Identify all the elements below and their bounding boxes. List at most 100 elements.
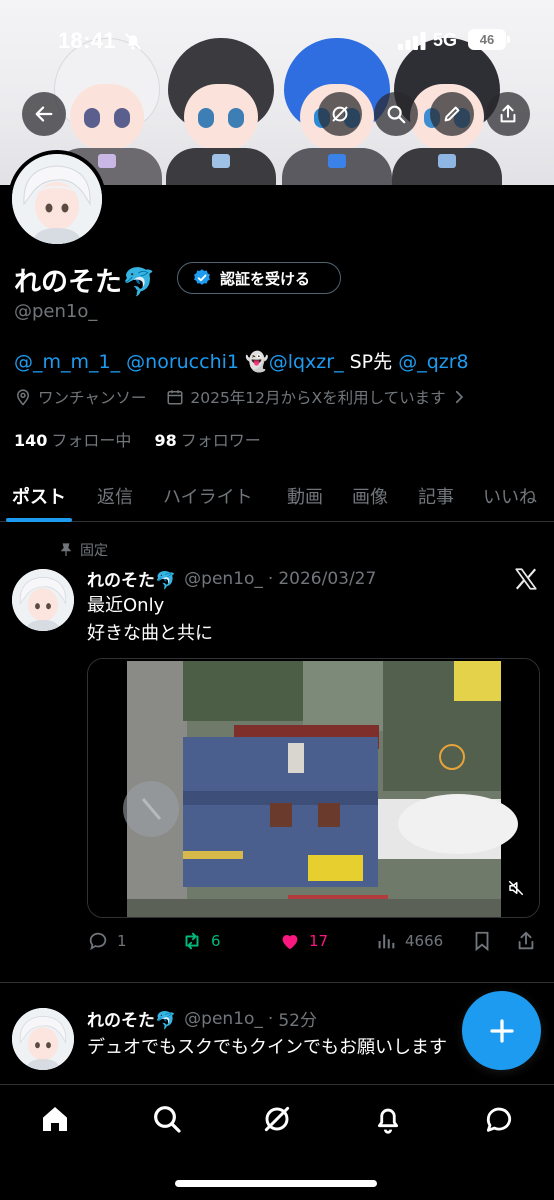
following-label: フォロー中 bbox=[51, 431, 132, 450]
avatar-image bbox=[12, 569, 74, 631]
profile-joined-date: 2025年12月からXを利用しています bbox=[190, 389, 446, 407]
edit-button[interactable] bbox=[430, 92, 474, 136]
repost-button[interactable]: 6 bbox=[181, 930, 221, 952]
get-verified-button[interactable]: 認証を受ける bbox=[177, 262, 341, 294]
speaker-muted-icon bbox=[508, 880, 524, 896]
post-author-name[interactable]: れのそた🐬 bbox=[87, 1006, 176, 1031]
tab-videos[interactable]: 動画 bbox=[287, 470, 323, 522]
search-icon[interactable] bbox=[151, 1103, 183, 1135]
compose-post-button[interactable] bbox=[462, 991, 541, 1070]
following-count: 140 bbox=[14, 431, 48, 450]
signal-icon bbox=[398, 32, 426, 50]
share-icon bbox=[518, 931, 534, 950]
profile-location: ワンチャンソー bbox=[38, 389, 147, 407]
tab-highlights[interactable]: ハイライト bbox=[163, 470, 253, 522]
bio-text: SP先 bbox=[349, 351, 393, 373]
share-button[interactable] bbox=[486, 92, 530, 136]
mute-button[interactable] bbox=[501, 873, 531, 903]
profile-avatar[interactable] bbox=[8, 150, 106, 248]
calendar-icon bbox=[167, 390, 183, 405]
tab-articles[interactable]: 記事 bbox=[418, 470, 454, 522]
bio-mention[interactable]: @_m_m_1_ bbox=[14, 351, 120, 373]
pin-icon bbox=[60, 543, 72, 556]
get-verified-label: 認証を受ける bbox=[220, 269, 311, 288]
profile-handle: @pen1o_ bbox=[14, 301, 98, 322]
post-text-line: デュオでもスクでもクインでもお願いします bbox=[87, 1037, 447, 1058]
tab-likes[interactable]: いいね bbox=[483, 470, 537, 522]
reply-count: 1 bbox=[117, 932, 127, 950]
grok-button[interactable] bbox=[318, 92, 362, 136]
x-logo-icon bbox=[515, 568, 537, 590]
bio-mention[interactable]: @_qzr8 bbox=[398, 351, 468, 373]
like-count: 17 bbox=[309, 932, 329, 950]
pinned-indicator: 固定 bbox=[58, 540, 108, 560]
followers-link[interactable]: 98 フォロワー bbox=[155, 431, 261, 450]
search-icon bbox=[387, 105, 406, 124]
reply-icon bbox=[89, 932, 107, 951]
profile-bio: @_m_m_1_ @norucchi1 👻@lqxzr_ SP先 @_qzr8 bbox=[14, 347, 469, 374]
post-avatar[interactable] bbox=[12, 1008, 74, 1070]
back-arrow-icon bbox=[35, 106, 53, 122]
follow-stats: 140 フォロー中 98 フォロワー bbox=[14, 427, 261, 451]
post-header: れのそた🐬 @pen1o_ · 52分 bbox=[87, 1006, 317, 1032]
notifications-bell-icon[interactable] bbox=[372, 1103, 404, 1135]
tab-images[interactable]: 画像 bbox=[352, 470, 388, 522]
status-time: 18:41 bbox=[58, 28, 116, 53]
back-button[interactable] bbox=[22, 92, 66, 136]
profile-display-name: れのそた🐬 bbox=[14, 267, 156, 298]
grok-icon[interactable] bbox=[261, 1103, 293, 1135]
post-actions: 1 6 17 4666 bbox=[87, 930, 542, 958]
post-header: れのそた🐬 @pen1o_ · 2026/03/27 bbox=[87, 566, 376, 592]
post-share-button[interactable] bbox=[515, 930, 537, 952]
tab-replies[interactable]: 返信 bbox=[97, 470, 133, 522]
bookmark-icon bbox=[475, 931, 489, 952]
heart-filled-icon bbox=[282, 935, 298, 950]
like-button[interactable]: 17 bbox=[279, 930, 328, 952]
post-text-line: 最近Only bbox=[87, 595, 165, 616]
followers-label: フォロワー bbox=[180, 431, 261, 450]
post-text-line: 好きな曲と共に bbox=[87, 623, 213, 644]
views-bar-chart-icon bbox=[378, 934, 395, 949]
post-author-handle: @pen1o_ bbox=[184, 568, 263, 589]
views-button[interactable]: 4666 bbox=[375, 930, 443, 952]
ghost-emoji: 👻 bbox=[245, 351, 269, 373]
post-author-handle: @pen1o_ bbox=[184, 1008, 263, 1029]
post-timestamp[interactable]: 52分 bbox=[278, 1006, 317, 1031]
followers-count: 98 bbox=[154, 431, 177, 450]
status-bar: 18:41 5G 46 bbox=[0, 0, 554, 84]
repost-icon bbox=[185, 932, 199, 950]
location-pin-icon bbox=[16, 389, 30, 406]
search-button[interactable] bbox=[374, 92, 418, 136]
bio-mention[interactable]: @norucchi1 bbox=[126, 351, 239, 373]
pinned-label: 固定 bbox=[80, 543, 108, 559]
profile-tabs: ポスト 返信 ハイライト 動画 画像 記事 いいね bbox=[0, 470, 554, 522]
home-icon[interactable] bbox=[39, 1103, 71, 1135]
messages-icon[interactable] bbox=[483, 1103, 515, 1135]
post-avatar[interactable] bbox=[12, 569, 74, 631]
post-video[interactable] bbox=[87, 658, 540, 918]
tab-posts[interactable]: ポスト bbox=[6, 470, 72, 522]
bio-mention[interactable]: @lqxzr_ bbox=[269, 351, 344, 373]
video-thumbnail bbox=[88, 659, 539, 917]
post-text: デュオでもスクでもクインでもお願いします bbox=[87, 1034, 447, 1062]
edit-pencil-icon bbox=[444, 106, 460, 122]
bookmark-button[interactable] bbox=[471, 930, 493, 952]
bell-muted-icon bbox=[124, 33, 142, 50]
verified-badge-icon bbox=[194, 269, 210, 285]
battery-indicator: 46 bbox=[468, 29, 510, 50]
chevron-right-icon[interactable] bbox=[450, 388, 468, 406]
repost-count: 6 bbox=[211, 932, 221, 950]
post-divider bbox=[0, 982, 554, 983]
home-indicator bbox=[175, 1180, 377, 1187]
profile-meta: ワンチャンソー 2025年12月からXを利用しています bbox=[14, 386, 474, 408]
reply-button[interactable]: 1 bbox=[87, 930, 127, 952]
post-text: 最近Only 好きな曲と共に bbox=[87, 592, 213, 648]
post-timestamp[interactable]: 2026/03/27 bbox=[278, 569, 376, 589]
share-icon bbox=[500, 104, 516, 123]
post-separator: · bbox=[267, 568, 274, 589]
following-link[interactable]: 140 フォロー中 bbox=[14, 431, 131, 450]
post-author-name[interactable]: れのそた🐬 bbox=[87, 566, 176, 591]
avatar-image bbox=[12, 1008, 74, 1070]
network-type: 5G bbox=[433, 30, 458, 50]
grok-icon bbox=[332, 106, 348, 122]
